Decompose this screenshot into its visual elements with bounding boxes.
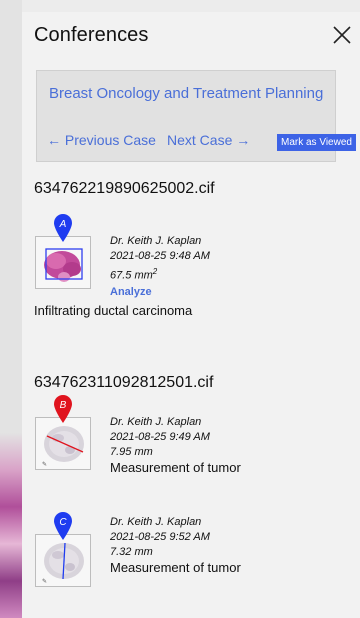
annotation-datetime: 2021-08-25 9:49 AM	[110, 431, 210, 443]
slide-background	[0, 0, 22, 618]
annotation-meta: Dr. Keith J. Kaplan 2021-08-25 9:48 AM 6…	[110, 234, 210, 300]
annotation-description: Measurement of tumor	[110, 460, 241, 475]
annotation-measurement: 7.95 mm	[110, 446, 153, 458]
svg-text:✎: ✎	[42, 461, 47, 468]
annotation-datetime: 2021-08-25 9:52 AM	[110, 531, 210, 543]
annotation-author: Dr. Keith J. Kaplan	[110, 235, 202, 247]
slide-thumbnail-image	[44, 248, 83, 282]
annotation-thumbnail[interactable]: ✎ C	[35, 512, 91, 587]
mark-as-viewed-button[interactable]: Mark as Viewed	[277, 134, 356, 151]
marker-letter: C	[59, 517, 67, 528]
case-title-link[interactable]: Breast Oncology and Treatment Planning	[49, 85, 323, 102]
marker-letter: B	[60, 400, 67, 411]
previous-case-button[interactable]: ← Previous Case	[47, 132, 156, 148]
annotation-thumbnail[interactable]: ✎ B	[35, 395, 91, 470]
annotation-meta: Dr. Keith J. Kaplan 2021-08-25 9:52 AM 7…	[110, 515, 210, 560]
annotation-thumbnail[interactable]: A	[35, 214, 91, 289]
slide-thumbnail-image: ✎	[42, 426, 84, 468]
file-name: 634762311092812501.cif	[34, 374, 214, 391]
marker-pin-c-icon: C	[54, 512, 72, 540]
next-case-button[interactable]: Next Case →	[167, 132, 250, 148]
slide-thumbnail-image: ✎	[42, 542, 84, 585]
annotation-description: Measurement of tumor	[110, 560, 241, 575]
conferences-panel: Conferences Breast Oncology and Treatmen…	[22, 12, 360, 618]
annotation-measurement: 7.32 mm	[110, 546, 153, 558]
marker-pin-a-icon: A	[54, 214, 72, 242]
file-name: 634762219890625002.cif	[34, 180, 215, 197]
annotation-author: Dr. Keith J. Kaplan	[110, 516, 202, 528]
marker-pin-b-icon: B	[54, 395, 72, 423]
marker-letter: A	[59, 219, 67, 230]
annotation-author: Dr. Keith J. Kaplan	[110, 416, 202, 428]
case-navigation-box: Breast Oncology and Treatment Planning ←…	[36, 70, 356, 162]
analyze-link[interactable]: Analyze	[110, 285, 210, 300]
annotation-meta: Dr. Keith J. Kaplan 2021-08-25 9:49 AM 7…	[110, 415, 210, 460]
svg-text:✎: ✎	[42, 578, 47, 585]
annotation-description: Infiltrating ductal carcinoma	[34, 303, 193, 318]
close-icon[interactable]	[330, 23, 354, 47]
panel-title: Conferences	[34, 24, 149, 46]
annotation-measurement: 67.5 mm2	[110, 267, 158, 282]
annotation-datetime: 2021-08-25 9:48 AM	[110, 250, 210, 262]
